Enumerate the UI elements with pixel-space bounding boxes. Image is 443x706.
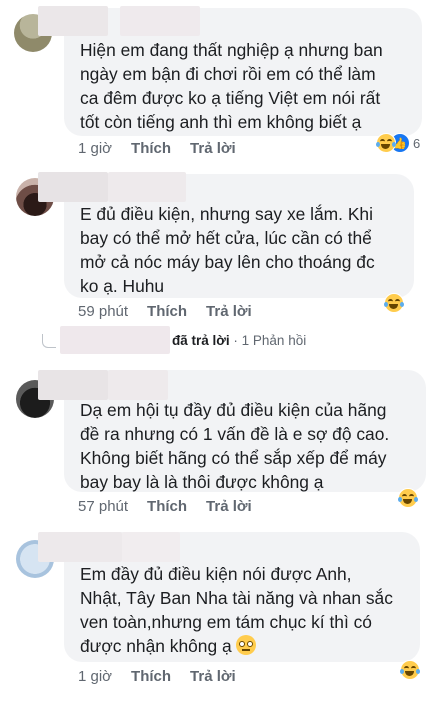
- laugh-emoji-icon: [384, 293, 404, 313]
- reply-thread-connector: [42, 334, 56, 348]
- rolling-eyes-emoji-icon: [235, 635, 256, 655]
- like-button[interactable]: Thích: [147, 498, 187, 515]
- comment-text-fragment: được nhận không ạ: [80, 636, 232, 656]
- view-replies-link[interactable]: đã trả lời · 1 Phản hồi: [172, 333, 306, 348]
- comment-bubble: Hiện em đang thất nghiệp ạ nhưng ban ngà…: [64, 8, 422, 136]
- comment-actions: 57 phút Thích Trả lời: [78, 498, 271, 515]
- laugh-emoji-icon: [400, 660, 420, 680]
- comment-text-line: Nhật, Tây Ban Nha tài năng và nhan sắc: [80, 588, 393, 608]
- reaction-summary[interactable]: 👍 6: [376, 133, 420, 153]
- comment-text-line: bay có thể mở hết cửa, lúc cần có thể: [80, 228, 372, 248]
- laugh-emoji-icon: [376, 133, 396, 153]
- blurred-commenter-name[interactable]: [38, 532, 122, 562]
- reaction-count: 6: [413, 135, 421, 151]
- comment-text-line: Em đầy đủ điều kiện nói được Anh,: [80, 564, 352, 584]
- comment-actions: 1 giờ Thích Trả lời: [78, 140, 255, 157]
- blurred-replier-name[interactable]: [60, 326, 170, 354]
- comment-text-line: ca đêm được ko ạ tiếng Việt em nói rất: [80, 88, 381, 108]
- reaction-summary[interactable]: [384, 293, 404, 313]
- reply-button[interactable]: Trả lời: [190, 668, 236, 685]
- blurred-commenter-name[interactable]: [38, 6, 108, 36]
- comment-timestamp[interactable]: 59 phút: [78, 303, 128, 320]
- comment-text-line: ngày em bận đi chơi rồi em có thể làm: [80, 64, 376, 84]
- comment-text-line: mở cả nóc máy bay lên cho thoáng đc: [80, 252, 375, 272]
- blurred-commenter-name[interactable]: [108, 172, 186, 202]
- comment-text-line: Không biết hãng có thể sắp xếp để máy: [80, 448, 387, 468]
- comment-text-line: bay bay là là thôi được không ạ: [80, 472, 324, 492]
- blurred-commenter-name[interactable]: [38, 370, 108, 400]
- reply-button[interactable]: Trả lời: [206, 498, 252, 515]
- comment-actions: 59 phút Thích Trả lời: [78, 303, 271, 320]
- laugh-emoji-icon: [398, 488, 418, 508]
- comment-text-line: ven toàn,nhưng em tám chục kí thì có: [80, 612, 372, 632]
- blurred-commenter-name[interactable]: [122, 532, 180, 562]
- comment-text-line: Hiện em đang thất nghiệp ạ nhưng ban: [80, 40, 383, 60]
- blurred-commenter-name[interactable]: [108, 370, 168, 400]
- comment-text-line: tốt còn tiếng anh thì em không biết ạ: [80, 112, 362, 132]
- like-button[interactable]: Thích: [131, 668, 171, 685]
- blurred-commenter-name[interactable]: [120, 6, 200, 36]
- reaction-summary[interactable]: [400, 660, 420, 680]
- comment-timestamp[interactable]: 57 phút: [78, 498, 128, 515]
- comment-text-line: ko ạ. Huhu: [80, 276, 165, 296]
- reply-separator: ·: [233, 333, 238, 348]
- reply-action-text: đã trả lời: [172, 333, 230, 348]
- reaction-summary[interactable]: [398, 488, 418, 508]
- reply-count: 1 Phản hồi: [241, 333, 307, 348]
- comment-text-line: Dạ em hội tụ đầy đủ điều kiện của hãng: [80, 400, 387, 420]
- comment-text-line-with-emoji: được nhận không ạ: [80, 634, 406, 658]
- comment-timestamp[interactable]: 1 giờ: [78, 668, 112, 685]
- comment-actions: 1 giờ Thích Trả lời: [78, 668, 255, 685]
- comment-text-line: E đủ điều kiện, nhưng say xe lắm. Khi: [80, 204, 373, 224]
- comment-text-line: đề ra nhưng có 1 vấn đề là e sợ độ cao.: [80, 424, 390, 444]
- reply-button[interactable]: Trả lời: [190, 140, 236, 157]
- comment-timestamp[interactable]: 1 giờ: [78, 140, 112, 157]
- like-button[interactable]: Thích: [147, 303, 187, 320]
- reply-button[interactable]: Trả lời: [206, 303, 252, 320]
- like-button[interactable]: Thích: [131, 140, 171, 157]
- blurred-commenter-name[interactable]: [38, 172, 108, 202]
